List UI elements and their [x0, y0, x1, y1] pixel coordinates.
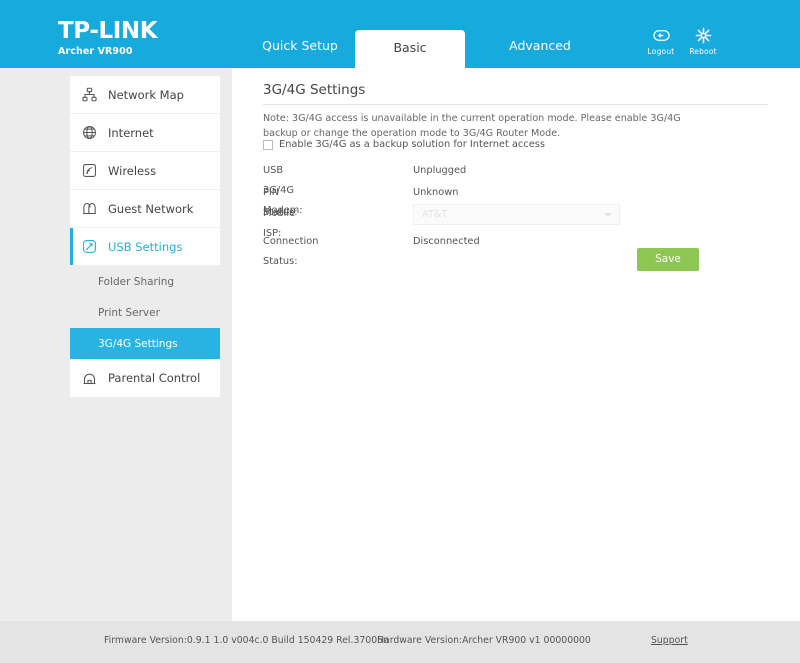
sidebar-item-label: USB Settings [108, 239, 183, 254]
sidebar-item-label: Internet [108, 125, 154, 140]
title-divider [263, 104, 768, 105]
usb-icon [70, 239, 108, 254]
content-panel [232, 68, 800, 621]
reboot-label: Reboot [689, 47, 717, 56]
tab-basic[interactable]: Basic [355, 30, 465, 68]
hardware-version: Hardware Version:Archer VR900 v1 0000000… [377, 635, 591, 646]
field-label: Connection Status: [263, 236, 319, 267]
page-footer: Firmware Version:0.9.1 1.0 v004c.0 Build… [0, 621, 800, 663]
sidebar-item-label: Guest Network [108, 201, 194, 216]
sidebar-item-label: Parental Control [108, 371, 201, 385]
parental-control-icon [70, 371, 108, 386]
app-header: TP-LINK Archer VR900 Quick Setup Basic A… [0, 0, 800, 68]
sidebar-item-internet[interactable]: Internet [70, 114, 220, 152]
wireless-icon [70, 163, 108, 178]
sidebar-item-usb-settings[interactable]: USB Settings [70, 228, 220, 266]
network-map-icon [70, 87, 108, 102]
chevron-down-icon [604, 213, 612, 217]
globe-icon [70, 125, 108, 140]
enable-3g4g-backup-checkbox-row[interactable]: Enable 3G/4G as a backup solution for In… [263, 139, 545, 150]
save-button[interactable]: Save [637, 248, 699, 271]
usb-modem-status-value: Unplugged [413, 165, 467, 176]
page-body: Network Map Internet Wireless Guest Netw… [0, 68, 800, 621]
tab-advanced[interactable]: Advanced [480, 30, 600, 68]
sidebar-subitem-print-server[interactable]: Print Server [70, 297, 220, 328]
connection-status-value: Disconnected [413, 236, 480, 247]
page-title: 3G/4G Settings [263, 82, 366, 98]
note-text: Note: 3G/4G access is unavailable in the… [263, 113, 681, 139]
mobile-isp-select[interactable]: AT&T [413, 204, 620, 225]
reboot-icon [682, 26, 724, 45]
sidebar-item-label: Wireless [108, 163, 157, 178]
logout-icon [640, 26, 682, 45]
logo-model: Archer VR900 [58, 46, 133, 57]
sidebar-item-wireless[interactable]: Wireless [70, 152, 220, 190]
support-link[interactable]: Support [651, 635, 688, 646]
sidebar-item-parental-control[interactable]: Parental Control [70, 359, 220, 397]
reboot-button[interactable]: Reboot [682, 26, 724, 56]
brand-logo: TP-LINK Archer VR900 [58, 18, 158, 58]
enable-3g4g-backup-label: Enable 3G/4G as a backup solution for In… [279, 139, 545, 150]
sidebar-subitem-3g4g-settings[interactable]: 3G/4G Settings [70, 328, 220, 359]
mobile-isp-value: AT&T [422, 209, 448, 220]
pin-status-value: Unknown [413, 187, 459, 198]
enable-3g4g-backup-checkbox[interactable] [263, 139, 273, 150]
sidebar-nav: Network Map Internet Wireless Guest Netw… [70, 76, 220, 397]
sidebar-item-network-map[interactable]: Network Map [70, 76, 220, 114]
guest-network-icon [70, 201, 108, 216]
logout-button[interactable]: Logout [640, 26, 682, 56]
tab-quick-setup[interactable]: Quick Setup [240, 30, 360, 68]
logo-title: TP-LINK [58, 18, 158, 44]
sidebar-subnav: Folder Sharing Print Server 3G/4G Settin… [70, 266, 220, 359]
firmware-version: Firmware Version:0.9.1 1.0 v004c.0 Build… [104, 635, 389, 646]
sidebar-subitem-folder-sharing[interactable]: Folder Sharing [70, 266, 220, 297]
sidebar-item-label: Network Map [108, 87, 184, 102]
sidebar-item-guest-network[interactable]: Guest Network [70, 190, 220, 228]
logout-label: Logout [647, 47, 675, 56]
